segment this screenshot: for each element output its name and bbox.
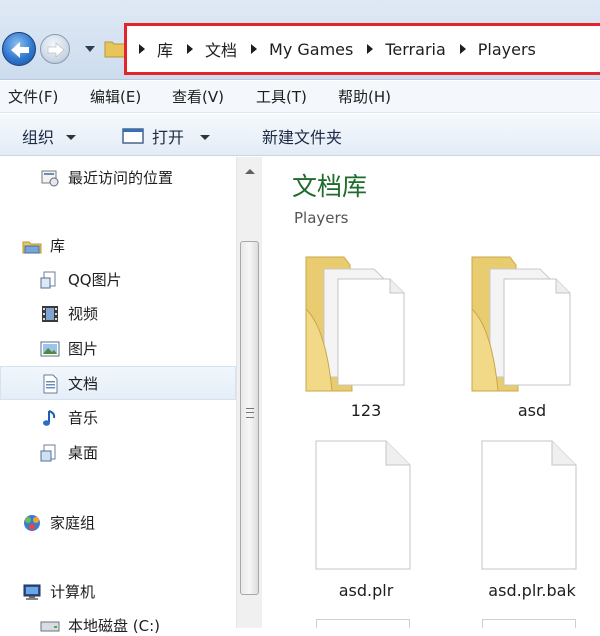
content-pane: 文档库 Players 123 asd asd.plr asd.plr.bak [262, 157, 600, 628]
picture-icon [40, 341, 60, 356]
forward-button[interactable] [40, 34, 70, 64]
video-icon [42, 305, 58, 322]
nav-item-label: 最近访问的位置 [68, 169, 174, 187]
scroll-thumb[interactable] [240, 241, 259, 595]
menu-edit[interactable]: 编辑(E) [82, 86, 164, 107]
new-folder-button[interactable]: 新建文件夹 [262, 124, 342, 148]
new-folder-label: 新建文件夹 [262, 128, 343, 147]
file-item-folder[interactable]: 123 [286, 249, 446, 429]
library-subtitle: Players [294, 209, 349, 227]
nav-item-label: 视频 [68, 305, 99, 323]
nav-item-label: 家庭组 [50, 514, 96, 532]
folder-icon [471, 256, 571, 392]
breadcrumb: 库 文档 My Games Terraria Players [139, 36, 536, 62]
file-name: 123 [350, 401, 382, 420]
command-bar: 组织 打开 新建文件夹 [0, 114, 600, 156]
chevron-right-icon[interactable] [367, 44, 374, 54]
nav-item-label: 文档 [68, 375, 99, 393]
nav-item-label: 库 [50, 237, 66, 255]
chevron-right-icon[interactable] [139, 44, 145, 54]
grip-icon [246, 408, 254, 418]
computer-icon [23, 584, 41, 600]
file-name: asd.plr [338, 581, 394, 600]
open-button[interactable]: 打开 [122, 124, 211, 148]
arrow-left-icon [11, 42, 29, 58]
nav-item-libraries[interactable]: 库 [22, 235, 65, 256]
menu-tools[interactable]: 工具(T) [248, 86, 330, 107]
nav-item-label: QQ图片 [68, 271, 122, 289]
chevron-right-icon[interactable] [187, 44, 194, 54]
organize-label: 组织 [22, 128, 55, 147]
chevron-down-icon [200, 134, 211, 140]
nav-item-homegroup[interactable]: 家庭组 [22, 512, 95, 533]
nav-item-local-disk[interactable]: 本地磁盘 (C:) [40, 615, 160, 636]
nav-item-recent[interactable]: 最近访问的位置 [40, 167, 173, 188]
address-row: 库 文档 My Games Terraria Players [0, 0, 600, 80]
nav-item-music[interactable]: 音乐 [40, 407, 98, 428]
address-bar[interactable]: 库 文档 My Games Terraria Players [124, 23, 600, 75]
nav-item-label: 计算机 [50, 583, 96, 601]
homegroup-icon [24, 514, 40, 531]
blank-file-icon [481, 440, 577, 570]
menu-bar: 文件(F) 编辑(E) 查看(V) 工具(T) 帮助(H) [0, 81, 600, 113]
menu-view[interactable]: 查看(V) [164, 86, 248, 107]
nav-item-label: 音乐 [68, 409, 99, 427]
window-icon [122, 128, 144, 144]
breadcrumb-item-terraria[interactable]: Terraria [385, 40, 445, 59]
file-item-file[interactable]: asd.plr [286, 437, 446, 607]
chevron-right-icon[interactable] [459, 44, 466, 54]
breadcrumb-item-documents[interactable]: 文档 [205, 37, 237, 61]
open-label: 打开 [152, 128, 185, 147]
scroll-up-arrow-icon[interactable] [245, 169, 255, 174]
nav-item-label: 桌面 [68, 444, 99, 462]
breadcrumb-item-players[interactable]: Players [478, 40, 536, 59]
file-name: asd.plr.bak [488, 581, 576, 600]
nav-item-label: 本地磁盘 (C:) [68, 617, 160, 635]
nav-item-videos[interactable]: 视频 [40, 303, 98, 324]
breadcrumb-item-my-games[interactable]: My Games [269, 40, 353, 59]
chevron-down-icon [66, 134, 77, 140]
back-button[interactable] [2, 32, 36, 66]
file-item-partial[interactable] [316, 619, 410, 628]
file-item-folder[interactable]: asd [452, 249, 600, 429]
organize-button[interactable]: 组织 [22, 124, 77, 148]
library-icon [22, 241, 42, 253]
file-item-file[interactable]: asd.plr.bak [452, 437, 600, 607]
menu-help[interactable]: 帮助(H) [330, 86, 412, 107]
recent-places-icon [41, 170, 59, 186]
library-folder-icon [40, 271, 56, 288]
nav-item-computer[interactable]: 计算机 [22, 581, 95, 602]
menu-file[interactable]: 文件(F) [0, 86, 82, 107]
nav-item-label: 图片 [68, 340, 99, 358]
nav-item-desktop[interactable]: 桌面 [40, 442, 98, 463]
file-name: asd [517, 401, 547, 420]
music-note-icon [43, 409, 56, 426]
arrow-right-icon [47, 42, 65, 58]
blank-file-icon [315, 440, 411, 570]
library-title: 文档库 [292, 172, 368, 201]
file-item-partial[interactable] [482, 619, 576, 628]
folder-icon [305, 256, 405, 392]
nav-scrollbar[interactable] [236, 157, 262, 628]
recent-pages-dropdown-icon[interactable] [84, 44, 96, 54]
breadcrumb-item-libraries[interactable]: 库 [157, 37, 173, 61]
desktop-icon [40, 444, 56, 461]
navigation-pane: 最近访问的位置 库 QQ图片 视频 图片 文档 音乐 桌面 家庭组 计算机 本地… [0, 157, 262, 635]
nav-item-qq-pictures[interactable]: QQ图片 [40, 269, 122, 290]
hard-drive-icon [40, 621, 60, 631]
nav-item-pictures[interactable]: 图片 [40, 338, 98, 359]
folder-icon [104, 41, 126, 58]
nav-item-documents[interactable]: 文档 [40, 373, 98, 394]
chevron-right-icon[interactable] [251, 44, 258, 54]
document-icon [43, 374, 58, 393]
selected-highlight [0, 366, 236, 400]
